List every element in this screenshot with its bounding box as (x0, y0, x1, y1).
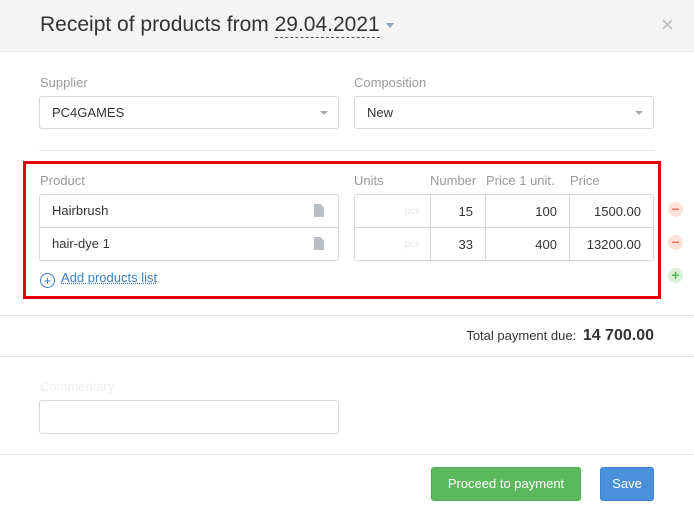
chevron-down-icon (635, 111, 643, 115)
plus-circle-icon: + (40, 273, 55, 288)
number-column-header: Number (430, 173, 477, 188)
commentary-label: Commentary (40, 379, 115, 394)
supplier-label: Supplier (40, 75, 88, 90)
price-input[interactable]: 1500.00 (570, 195, 653, 228)
supplier-select[interactable]: PC4GAMES (39, 96, 339, 129)
commentary-input[interactable] (39, 400, 339, 434)
price-unit-input[interactable]: 400 (486, 228, 569, 261)
quantities-grid: pcs 15 100 1500.00 pcs 33 400 13200.00 (354, 194, 654, 261)
product-name: Hairbrush (52, 203, 109, 218)
document-icon[interactable] (314, 204, 324, 217)
supplier-value: PC4GAMES (52, 105, 125, 120)
total-payment: Total payment due: 14 700.00 (466, 327, 654, 345)
document-icon[interactable] (314, 237, 324, 250)
price-column-header: Price (570, 173, 600, 188)
product-input[interactable]: hair-dye 1 (39, 227, 339, 261)
chevron-down-icon[interactable] (385, 22, 394, 28)
number-input[interactable]: 15 (431, 195, 485, 228)
composition-value: New (367, 105, 394, 120)
units-select[interactable]: pcs (355, 195, 430, 228)
price-input[interactable]: 13200.00 (570, 228, 653, 261)
total-amount: 14 700.00 (582, 327, 654, 344)
divider (0, 356, 694, 357)
date-picker[interactable]: 29.04.2021 (274, 13, 380, 38)
add-products-list-label: Add products list (61, 270, 158, 285)
price-unit-input[interactable]: 100 (486, 195, 569, 228)
remove-row-icon[interactable]: − (668, 235, 683, 250)
units-column-header: Units (354, 173, 384, 188)
total-label: Total payment due: (466, 328, 577, 343)
save-button[interactable]: Save (600, 467, 654, 501)
price-unit-column-header: Price 1 unit. (486, 173, 555, 188)
modal-title: Receipt of products from 29.04.2021 (40, 13, 394, 38)
proceed-to-payment-button[interactable]: Proceed to payment (431, 467, 581, 501)
composition-label: Composition (354, 75, 427, 90)
divider (0, 315, 694, 316)
product-input[interactable]: Hairbrush (39, 194, 339, 228)
product-name: hair-dye 1 (52, 236, 110, 251)
units-select[interactable]: pcs (355, 228, 430, 261)
add-products-list-link[interactable]: + Add products list (40, 270, 157, 288)
close-icon[interactable]: × (661, 14, 674, 36)
product-column-header: Product (40, 173, 85, 188)
divider (39, 150, 654, 151)
composition-select[interactable]: New (354, 96, 654, 129)
divider (0, 454, 694, 455)
title-prefix: Receipt of products from (40, 13, 269, 36)
add-row-icon[interactable]: + (668, 268, 683, 283)
modal-header: Receipt of products from 29.04.2021 × (0, 0, 694, 52)
chevron-down-icon (320, 111, 328, 115)
remove-row-icon[interactable]: − (668, 202, 683, 217)
number-input[interactable]: 33 (431, 228, 485, 261)
